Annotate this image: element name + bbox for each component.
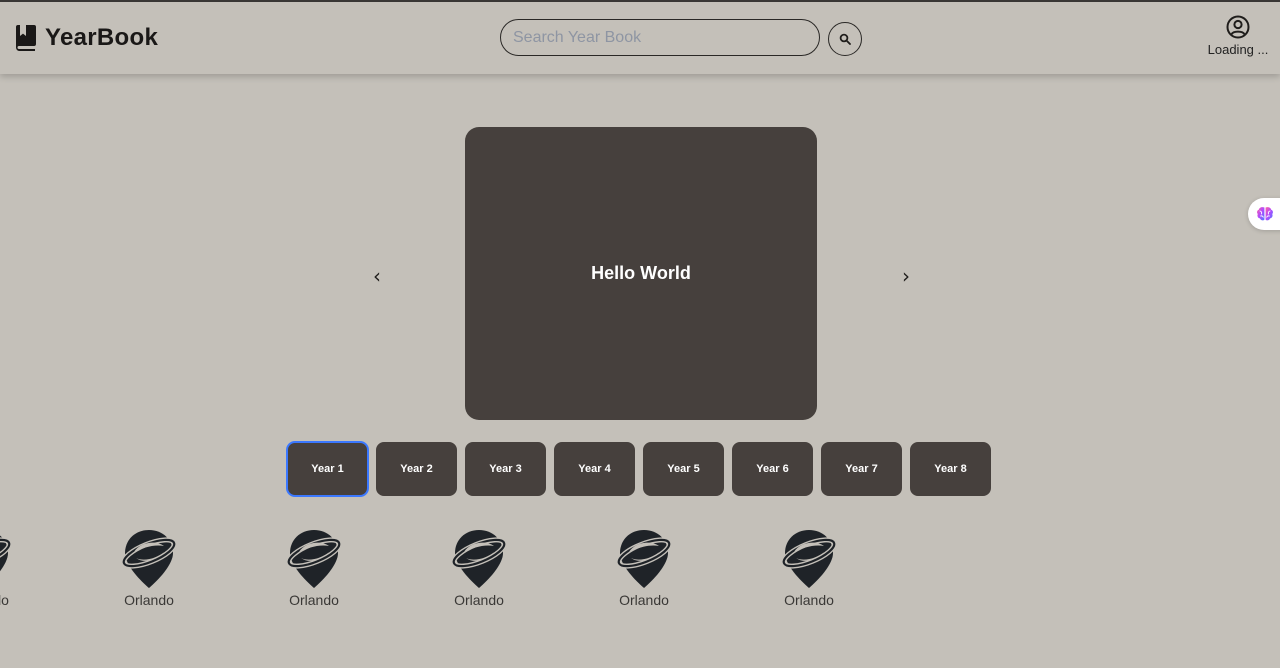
location-label: Orlando	[0, 592, 9, 608]
location-label: Orlando	[784, 592, 834, 608]
carousel-prev-button[interactable]: ‹	[365, 264, 389, 288]
year-button-8[interactable]: Year 8	[910, 442, 991, 496]
location-item[interactable]: Orlando	[594, 528, 694, 608]
year-button-5[interactable]: Year 5	[643, 442, 724, 496]
brand-name: YearBook	[45, 24, 159, 51]
ai-assistant-tab[interactable]	[1248, 198, 1280, 230]
user-status-text: Loading ...	[1207, 42, 1269, 57]
location-item[interactable]: Orlando	[759, 528, 859, 608]
planet-pin-icon	[285, 528, 343, 590]
year-button-1[interactable]: Year 1	[287, 442, 368, 496]
location-item[interactable]: Orlando	[0, 528, 34, 608]
location-label: Orlando	[124, 592, 174, 608]
search-button[interactable]	[828, 22, 862, 56]
location-label: Orlando	[619, 592, 669, 608]
location-item[interactable]: Orlando	[429, 528, 529, 608]
location-label: Orlando	[454, 592, 504, 608]
locations-strip: Orlando Orlando Orlando Orlando Orlando …	[0, 528, 1280, 638]
brain-icon	[1257, 207, 1273, 221]
carousel-slide: Hello World	[465, 127, 817, 420]
user-menu[interactable]: Loading ...	[1203, 15, 1273, 57]
location-label: Orlando	[289, 592, 339, 608]
top-navbar: YearBook Loading ...	[0, 2, 1280, 74]
year-button-6[interactable]: Year 6	[732, 442, 813, 496]
year-button-4[interactable]: Year 4	[554, 442, 635, 496]
year-button-2[interactable]: Year 2	[376, 442, 457, 496]
slide-title: Hello World	[591, 263, 691, 283]
planet-pin-icon	[0, 528, 13, 590]
user-circle-icon	[1226, 15, 1250, 39]
location-item[interactable]: Orlando	[99, 528, 199, 608]
year-selector: Year 1 Year 2 Year 3 Year 4 Year 5 Year …	[287, 442, 991, 496]
search-icon	[839, 33, 851, 45]
year-button-7[interactable]: Year 7	[821, 442, 902, 496]
planet-pin-icon	[615, 528, 673, 590]
year-button-3[interactable]: Year 3	[465, 442, 546, 496]
location-item[interactable]: Orlando	[264, 528, 364, 608]
brand-logo[interactable]: YearBook	[14, 24, 158, 52]
search-input[interactable]	[500, 19, 820, 56]
planet-pin-icon	[780, 528, 838, 590]
planet-pin-icon	[120, 528, 178, 590]
planet-pin-icon	[450, 528, 508, 590]
book-icon	[15, 25, 36, 51]
carousel-next-button[interactable]: ›	[894, 264, 918, 288]
